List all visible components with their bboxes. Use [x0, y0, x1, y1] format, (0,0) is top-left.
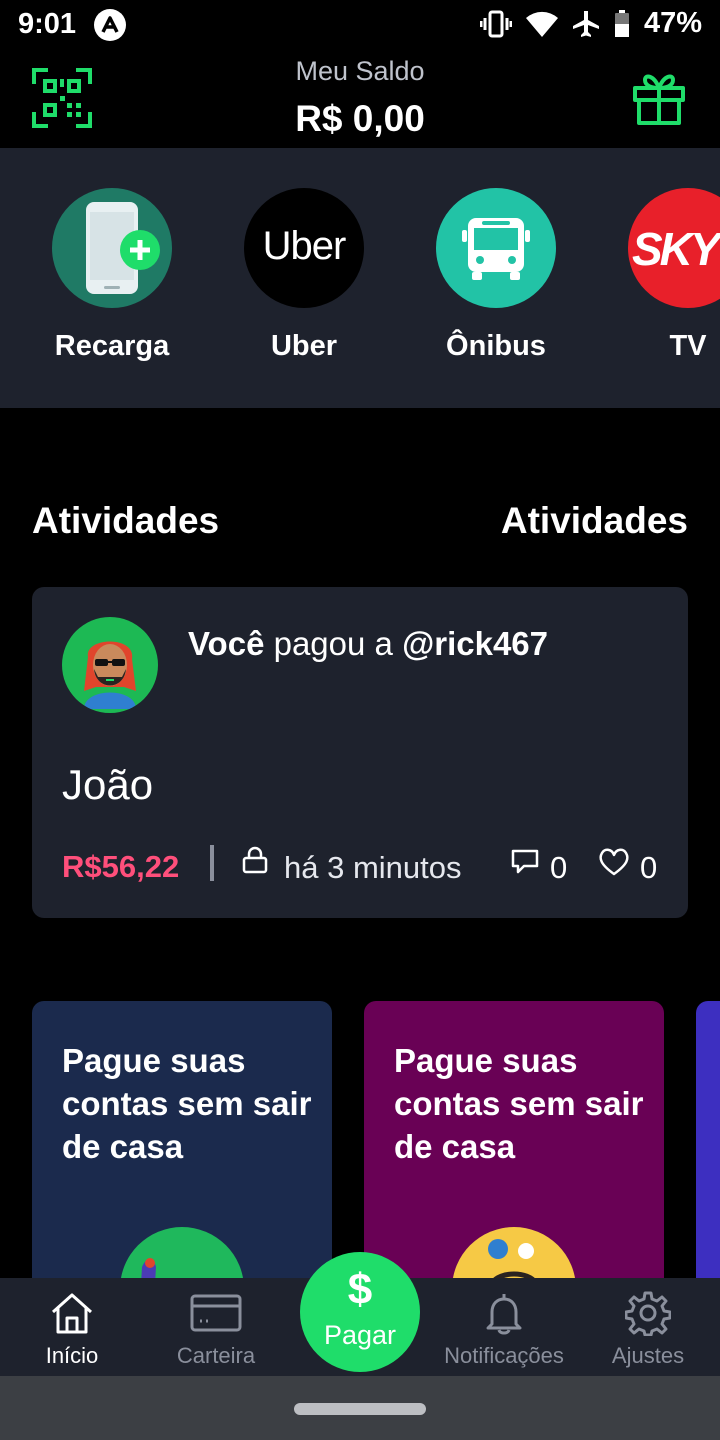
service-tv[interactable]: SKY TV — [598, 188, 720, 363]
service-label: TV — [669, 330, 707, 362]
battery-icon — [614, 9, 630, 38]
bell-icon — [486, 1294, 522, 1335]
gift-icon[interactable] — [632, 72, 686, 131]
activity-footer: R$56,22 há 3 minutos 0 0 — [62, 845, 662, 889]
service-label: Uber — [270, 330, 338, 362]
airplane-icon — [572, 10, 600, 38]
gear-icon — [624, 1291, 672, 1337]
nav-notificacoes[interactable]: Notificações — [432, 1278, 576, 1376]
activities-link[interactable]: Atividades — [501, 500, 688, 542]
nav-label: Início — [45, 1343, 99, 1368]
service-onibus[interactable]: Ônibus — [406, 188, 586, 363]
activity-action: pagou a — [264, 625, 403, 662]
vibrate-icon — [479, 10, 512, 38]
activity-card[interactable]: Você pagou a @rick467 João R$56,22 há 3 … — [32, 587, 688, 918]
pay-label: Pagar — [323, 1320, 397, 1350]
promo-card[interactable]: Pague suas contas sem sair de casa — [32, 1001, 332, 1301]
system-navigation-bar — [0, 1376, 720, 1440]
notification-app-icon — [94, 9, 126, 41]
home-gesture-pill[interactable] — [294, 1403, 426, 1415]
nav-label: Notificações — [444, 1343, 564, 1368]
phone-plus-icon — [52, 188, 172, 308]
heart-icon[interactable] — [598, 847, 630, 882]
promo-card-peek[interactable] — [696, 1001, 720, 1301]
wifi-icon — [525, 11, 558, 37]
activity-target[interactable]: @rick467 — [402, 625, 548, 662]
service-label: Recarga — [54, 330, 170, 362]
lock-icon — [242, 845, 268, 880]
sky-logo: SKY — [628, 188, 720, 308]
app-header: Meu Saldo R$ 0,00 — [0, 50, 720, 148]
bus-icon — [436, 188, 556, 308]
pay-button[interactable]: $ Pagar — [300, 1252, 420, 1372]
divider — [210, 845, 214, 881]
uber-logo-text: Uber — [262, 224, 347, 268]
uber-logo: Uber — [244, 188, 364, 308]
nav-carteira[interactable]: Carteira — [144, 1278, 288, 1376]
nav-label: Ajustes — [611, 1343, 685, 1368]
battery-percent: 47% — [643, 7, 702, 39]
activity-time: há 3 minutos — [284, 850, 462, 885]
promo-card[interactable]: Pague suas contas sem sair de casa — [364, 1001, 664, 1301]
activity-name: João — [62, 761, 154, 808]
like-count: 0 — [640, 850, 658, 885]
activity-actor: Você — [188, 625, 265, 662]
nav-inicio[interactable]: Início — [0, 1278, 144, 1376]
dollar-icon: $ — [347, 1265, 373, 1314]
service-label: Ônibus — [446, 330, 546, 362]
promo-text: Pague suas contas sem sair de casa — [62, 1042, 312, 1165]
comment-count: 0 — [550, 850, 568, 885]
activity-description: Você pagou a @rick467 — [188, 625, 548, 663]
comment-icon[interactable] — [510, 847, 540, 882]
sky-logo-text: SKY — [632, 223, 720, 275]
service-uber[interactable]: Uber Uber — [214, 188, 394, 363]
nav-label: Carteira — [176, 1343, 256, 1368]
balance-value: R$ 0,00 — [295, 98, 425, 139]
service-recarga[interactable]: Recarga — [22, 188, 202, 363]
balance-label: Meu Saldo — [295, 56, 425, 86]
promo-text: Pague suas contas sem sair de casa — [394, 1042, 644, 1165]
services-carousel[interactable]: Recarga Uber Uber Ônibus SKY TV — [0, 148, 720, 408]
status-bar: 9:01 47% — [0, 0, 720, 50]
activity-amount: R$56,22 — [62, 849, 180, 884]
status-time: 9:01 — [18, 8, 77, 40]
home-icon — [51, 1293, 93, 1334]
nav-ajustes[interactable]: Ajustes — [576, 1278, 720, 1376]
avatar[interactable] — [62, 617, 158, 713]
wallet-icon — [190, 1294, 242, 1332]
activities-title: Atividades — [32, 500, 220, 541]
